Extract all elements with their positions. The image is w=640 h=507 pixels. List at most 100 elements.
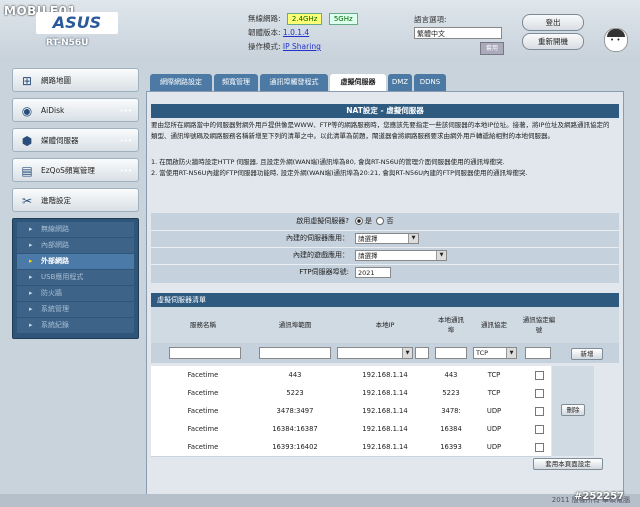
col-service-name: 服務名稱 xyxy=(190,321,216,329)
ip-picker-input[interactable] xyxy=(415,347,429,359)
enable-label: 啟用虛擬伺服器? xyxy=(296,217,349,225)
advanced-submenu: 無線網路 內部網路 外部網路 USB應用程式 防火牆 系統管理 系統紀錄 xyxy=(12,218,139,339)
cell-local-port: 443 xyxy=(444,371,458,379)
enable-no-radio[interactable] xyxy=(376,217,385,225)
desc-note-2: 2. 當使用RT-N56U內建的FTP伺服器功能時, 設定外網(WAN端)通訊埠… xyxy=(151,168,528,177)
image-stamp: #252257 xyxy=(574,491,625,502)
menu-aidisk[interactable]: ◉ AiDisk ••• xyxy=(12,98,139,122)
reboot-button[interactable]: 重新開機 xyxy=(522,33,584,50)
local-ip-input[interactable]: ▼ xyxy=(337,347,413,359)
menu-label: 媒體伺服器 xyxy=(41,136,79,145)
known-game-select[interactable]: 請選擇 ▼ xyxy=(355,250,447,261)
tab-bandwidth[interactable]: 頻寬管理 xyxy=(214,74,258,91)
menu-label: 網路地圖 xyxy=(41,76,71,85)
menu-label: 進階設定 xyxy=(41,196,71,205)
footer: 2011 版權所有 華碩電腦 xyxy=(0,494,640,507)
tab-internet[interactable]: 網際網路設定 xyxy=(150,74,212,91)
row-checkbox[interactable] xyxy=(535,407,544,416)
table-row: Facetime 16384:16387 192.168.1.14 16384 UDP xyxy=(151,420,551,439)
logout-button[interactable]: 登出 xyxy=(522,14,584,31)
network-map-icon: ⊞ xyxy=(21,74,33,88)
add-button[interactable]: 新增 xyxy=(571,348,603,360)
band-5-badge[interactable]: 5GHz xyxy=(328,13,358,25)
submenu-firewall[interactable]: 防火牆 xyxy=(17,286,134,301)
desc-note-1: 1. 在開啟防火牆時設定HTTP 伺服器, 且設定外網(WAN端)通訊埠為80,… xyxy=(151,158,505,166)
panel-description: 要由您所在網路當中的伺服器對網外用戶提供像是WWW、FTP等的網路服務時，您應該… xyxy=(151,120,615,178)
submenu-lan[interactable]: 內部網路 xyxy=(17,238,134,253)
top-banner: MOBILE01 ASUS RT-N56U 無線網路: 2.4GHz 5GHz … xyxy=(0,0,640,62)
chevron-down-icon: ▼ xyxy=(436,251,446,260)
row-checkbox[interactable] xyxy=(535,425,544,434)
menu-label: EzQoS頻寬管理 xyxy=(41,166,95,175)
menu-qos[interactable]: ▤ EzQoS頻寬管理 ••• xyxy=(12,158,139,182)
cell-local-ip: 192.168.1.14 xyxy=(362,389,408,397)
dots-icon: ••• xyxy=(119,107,132,115)
known-game-value: 請選擇 xyxy=(358,252,378,260)
cell-local-port: 5223 xyxy=(442,389,460,397)
cell-port-range: 5223 xyxy=(286,389,304,397)
no-label: 否 xyxy=(386,217,394,225)
server-list: Facetime 443 192.168.1.14 443 TCP Facetime 522… xyxy=(151,366,551,457)
cell-local-ip: 192.168.1.14 xyxy=(362,371,408,379)
delete-zone: 刪除 xyxy=(552,366,594,456)
mode-link[interactable]: IP Sharing xyxy=(283,42,321,51)
submenu-usb[interactable]: USB應用程式 xyxy=(17,270,134,285)
menu-media-server[interactable]: ⬢ 媒體伺服器 ••• xyxy=(12,128,139,152)
tab-port-trigger[interactable]: 通訊埠觸發程式 xyxy=(260,74,328,91)
cell-local-ip: 192.168.1.14 xyxy=(362,443,408,451)
language-select[interactable]: 繁體中文 xyxy=(414,27,502,39)
language-apply-button[interactable]: 套用 xyxy=(480,42,504,55)
tools-icon: ✂ xyxy=(21,194,33,208)
tab-ddns[interactable]: DDNS xyxy=(414,74,446,91)
protocol-select[interactable]: TCP ▼ xyxy=(473,347,517,359)
menu-network-map[interactable]: ⊞ 網路地圖 xyxy=(12,68,139,92)
cell-port-range: 16384:16387 xyxy=(272,425,318,433)
tab-virtual-server[interactable]: 虛擬伺服器 xyxy=(330,74,386,91)
service-name-input[interactable] xyxy=(169,347,241,359)
cell-service-name: Facetime xyxy=(187,407,219,415)
model-name: RT-N56U xyxy=(46,38,89,48)
submenu-admin[interactable]: 系統管理 xyxy=(17,302,134,317)
dots-icon: ••• xyxy=(119,137,132,145)
col-protocol: 通訊協定 xyxy=(481,321,507,329)
port-range-input[interactable] xyxy=(259,347,331,359)
cell-local-port: 16393 xyxy=(440,443,462,451)
ftp-port-input[interactable]: 2021 xyxy=(355,267,391,278)
row-checkbox[interactable] xyxy=(535,389,544,398)
cell-local-ip: 192.168.1.14 xyxy=(362,425,408,433)
cell-service-name: Facetime xyxy=(187,443,219,451)
col-local-port: 本地通訊埠 xyxy=(438,316,464,334)
qos-icon: ▤ xyxy=(21,164,33,178)
local-port-input[interactable] xyxy=(435,347,467,359)
chevron-down-icon: ▼ xyxy=(408,234,418,243)
desc-paragraph: 要由您所在網路當中的伺服器對網外用戶提供像是WWW、FTP等的網路服務時，您應該… xyxy=(151,121,610,140)
enable-yes-radio[interactable] xyxy=(355,217,363,225)
known-server-row: 內建的伺服器應用： 請選擇 ▼ xyxy=(151,230,619,248)
band-24-badge[interactable]: 2.4GHz xyxy=(286,13,323,25)
main-panel: NAT設定 - 虛擬伺服器 要由您所在網路當中的伺服器對網外用戶提供像是WWW、… xyxy=(146,91,624,496)
cell-port-range: 16393:16402 xyxy=(272,443,318,451)
tab-dmz[interactable]: DMZ xyxy=(388,74,412,91)
submenu-wan[interactable]: 外部網路 xyxy=(17,254,134,269)
firmware-label: 韌體版本: xyxy=(248,28,281,37)
apply-button[interactable]: 套用本頁面設定 xyxy=(533,458,603,470)
cell-port-range: 3478:3497 xyxy=(276,407,314,415)
menu-advanced[interactable]: ✂ 進階設定 xyxy=(12,188,139,212)
cell-port-range: 443 xyxy=(288,371,302,379)
cell-service-name: Facetime xyxy=(187,425,219,433)
yes-label: 是 xyxy=(365,217,372,225)
row-checkbox[interactable] xyxy=(535,371,544,380)
firmware-link[interactable]: 1.0.1.4 xyxy=(283,28,309,37)
col-port-range: 通訊埠範圍 xyxy=(278,321,312,329)
mode-label: 操作模式: xyxy=(248,42,281,51)
row-checkbox[interactable] xyxy=(535,443,544,452)
delete-button[interactable]: 刪除 xyxy=(561,404,585,416)
col-local-ip: 本地IP xyxy=(375,321,395,329)
submenu-wireless[interactable]: 無線網路 xyxy=(17,222,134,237)
settings-form: 啟用虛擬伺服器? 是 否 內建的伺服器應用： 請選擇 ▼ 內建的遊戲應用： 請選… xyxy=(151,213,619,283)
known-server-select[interactable]: 請選擇 ▼ xyxy=(355,233,419,244)
language-label: 語言選項: xyxy=(414,15,447,24)
protocol-number-input[interactable] xyxy=(525,347,551,359)
media-server-icon: ⬢ xyxy=(21,134,33,148)
submenu-syslog[interactable]: 系統紀錄 xyxy=(17,318,134,333)
